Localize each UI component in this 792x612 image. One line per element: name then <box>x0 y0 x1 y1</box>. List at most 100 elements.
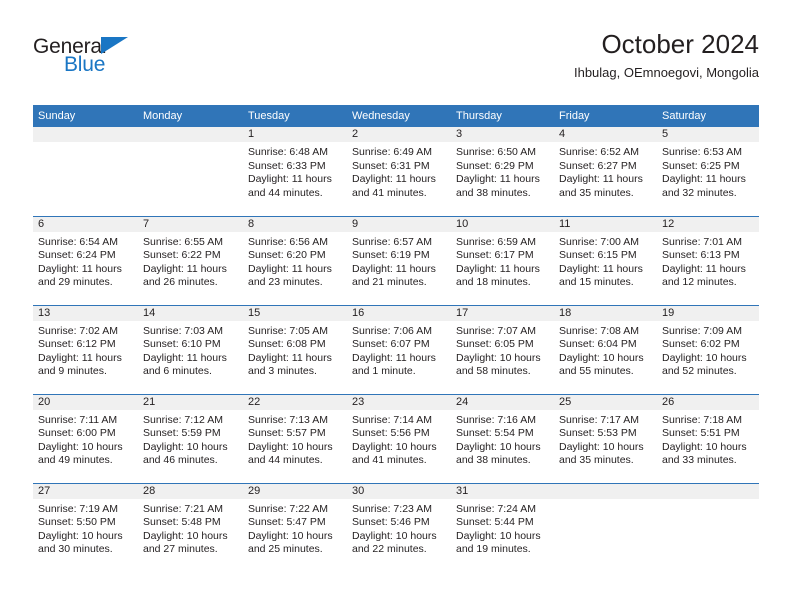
day-details: Sunrise: 7:02 AM Sunset: 6:12 PM Daylight:… <box>33 321 138 379</box>
calendar-day-cell[interactable]: 11 Sunrise: 7:00 AM Sunset: 6:15 PM Dayligh… <box>554 215 657 305</box>
brand-triangle-icon <box>101 37 128 54</box>
day-details: Sunrise: 6:54 AM Sunset: 6:24 PM Daylight:… <box>33 232 138 290</box>
sunset-text: Sunset: 6:31 PM <box>352 159 430 172</box>
daylight-text: Daylight: 10 hours and 38 minutes. <box>456 440 541 467</box>
calendar-day-cell[interactable]: 5 Sunrise: 6:53 AM Sunset: 6:25 PM Daylight… <box>657 127 759 216</box>
calendar-day-cell[interactable]: 25 Sunrise: 7:17 AM Sunset: 5:53 PM Dayligh… <box>554 393 657 483</box>
calendar-day-cell[interactable]: 3 Sunrise: 6:50 AM Sunset: 6:29 PM Daylight… <box>451 127 554 216</box>
day-number: 20 <box>33 394 138 410</box>
day-number: 3 <box>451 127 554 142</box>
sunrise-text: Sunrise: 7:07 AM <box>456 324 536 337</box>
sunrise-text: Sunrise: 7:23 AM <box>352 502 432 515</box>
calendar-empty-cell <box>138 127 243 216</box>
calendar-day-cell[interactable]: 29 Sunrise: 7:22 AM Sunset: 5:47 PM Dayligh… <box>243 482 347 572</box>
calendar-day-cell[interactable]: 16 Sunrise: 7:06 AM Sunset: 6:07 PM Dayligh… <box>347 304 451 394</box>
calendar-day-cell[interactable]: 21 Sunrise: 7:12 AM Sunset: 5:59 PM Dayligh… <box>138 393 243 483</box>
calendar-day-cell[interactable]: 26 Sunrise: 7:18 AM Sunset: 5:51 PM Dayligh… <box>657 393 759 483</box>
sunrise-text: Sunrise: 6:56 AM <box>248 235 328 248</box>
calendar-day-cell[interactable]: 1 Sunrise: 6:48 AM Sunset: 6:33 PM Daylight… <box>243 127 347 216</box>
sunset-text: Sunset: 5:59 PM <box>143 427 221 440</box>
day-number: 14 <box>138 305 243 321</box>
day-number: 24 <box>451 394 554 410</box>
calendar-day-cell[interactable]: 31 Sunrise: 7:24 AM Sunset: 5:44 PM Dayligh… <box>451 482 554 572</box>
day-details: Sunrise: 7:00 AM Sunset: 6:15 PM Daylight:… <box>554 232 657 290</box>
daylight-text: Daylight: 11 hours and 9 minutes. <box>38 351 122 378</box>
daylight-text: Daylight: 11 hours and 12 minutes. <box>662 262 746 289</box>
sunset-text: Sunset: 5:47 PM <box>248 516 326 529</box>
calendar-day-cell[interactable]: 17 Sunrise: 7:07 AM Sunset: 6:05 PM Dayligh… <box>451 304 554 394</box>
day-details: Sunrise: 7:19 AM Sunset: 5:50 PM Daylight:… <box>33 499 138 557</box>
day-number <box>138 127 243 142</box>
day-number: 4 <box>554 127 657 142</box>
calendar-day-cell[interactable]: 2 Sunrise: 6:49 AM Sunset: 6:31 PM Daylight… <box>347 127 451 216</box>
calendar-week-row: 20 Sunrise: 7:11 AM Sunset: 6:00 PM Dayligh… <box>33 393 759 483</box>
sunset-text: Sunset: 6:33 PM <box>248 159 326 172</box>
day-number: 13 <box>33 305 138 321</box>
sunrise-text: Sunrise: 7:01 AM <box>662 235 742 248</box>
day-number <box>33 127 138 142</box>
calendar-day-cell[interactable]: 30 Sunrise: 7:23 AM Sunset: 5:46 PM Dayligh… <box>347 482 451 572</box>
day-number: 21 <box>138 394 243 410</box>
sunrise-text: Sunrise: 7:05 AM <box>248 324 328 337</box>
sunrise-text: Sunrise: 7:18 AM <box>662 413 742 426</box>
sunrise-text: Sunrise: 6:48 AM <box>248 146 328 158</box>
calendar-day-cell[interactable]: 7 Sunrise: 6:55 AM Sunset: 6:22 PM Daylight… <box>138 215 243 305</box>
calendar-day-cell[interactable]: 12 Sunrise: 7:01 AM Sunset: 6:13 PM Dayligh… <box>657 215 759 305</box>
sunrise-text: Sunrise: 7:24 AM <box>456 502 536 515</box>
page-subtitle: Ihbulag, OEmnoegovi, Mongolia <box>573 65 759 80</box>
calendar-day-cell[interactable]: 14 Sunrise: 7:03 AM Sunset: 6:10 PM Dayligh… <box>138 304 243 394</box>
day-details: Sunrise: 7:18 AM Sunset: 5:51 PM Daylight:… <box>657 410 759 468</box>
daylight-text: Daylight: 10 hours and 22 minutes. <box>352 529 437 556</box>
calendar-day-cell[interactable]: 24 Sunrise: 7:16 AM Sunset: 5:54 PM Dayligh… <box>451 393 554 483</box>
calendar-day-cell[interactable]: 15 Sunrise: 7:05 AM Sunset: 6:08 PM Dayligh… <box>243 304 347 394</box>
sunset-text: Sunset: 5:46 PM <box>352 516 430 529</box>
sunrise-text: Sunrise: 6:52 AM <box>559 146 639 158</box>
daylight-text: Daylight: 11 hours and 32 minutes. <box>662 173 746 199</box>
sunset-text: Sunset: 6:08 PM <box>248 338 326 351</box>
weekday-header-saturday: Saturday <box>657 105 759 127</box>
day-number: 31 <box>451 483 554 499</box>
calendar-day-cell[interactable]: 4 Sunrise: 6:52 AM Sunset: 6:27 PM Daylight… <box>554 127 657 216</box>
day-number <box>554 483 657 499</box>
day-details: Sunrise: 7:09 AM Sunset: 6:02 PM Daylight:… <box>657 321 759 379</box>
sunrise-text: Sunrise: 7:22 AM <box>248 502 328 515</box>
sunset-text: Sunset: 6:25 PM <box>662 159 740 172</box>
sunset-text: Sunset: 6:10 PM <box>143 338 221 351</box>
weekday-header-tuesday: Tuesday <box>243 105 347 127</box>
calendar-day-cell[interactable]: 8 Sunrise: 6:56 AM Sunset: 6:20 PM Daylight… <box>243 215 347 305</box>
day-number: 6 <box>33 216 138 232</box>
calendar-day-cell[interactable]: 6 Sunrise: 6:54 AM Sunset: 6:24 PM Daylight… <box>33 215 138 305</box>
sunset-text: Sunset: 6:27 PM <box>559 159 637 172</box>
sunrise-text: Sunrise: 6:54 AM <box>38 235 118 248</box>
generalblue-logo[interactable]: General Blue <box>33 36 203 84</box>
calendar-day-cell[interactable]: 19 Sunrise: 7:09 AM Sunset: 6:02 PM Dayligh… <box>657 304 759 394</box>
calendar-header-row: Sunday Monday Tuesday Wednesday Thursday… <box>33 105 759 127</box>
day-number: 11 <box>554 216 657 232</box>
calendar-day-cell[interactable]: 20 Sunrise: 7:11 AM Sunset: 6:00 PM Dayligh… <box>33 393 138 483</box>
daylight-text: Daylight: 10 hours and 33 minutes. <box>662 440 747 467</box>
calendar-day-cell[interactable]: 18 Sunrise: 7:08 AM Sunset: 6:04 PM Dayligh… <box>554 304 657 394</box>
day-details: Sunrise: 7:22 AM Sunset: 5:47 PM Daylight:… <box>243 499 347 557</box>
calendar-day-cell[interactable]: 28 Sunrise: 7:21 AM Sunset: 5:48 PM Dayligh… <box>138 482 243 572</box>
day-details: Sunrise: 6:50 AM Sunset: 6:29 PM Daylight:… <box>451 142 554 200</box>
daylight-text: Daylight: 10 hours and 19 minutes. <box>456 529 541 556</box>
daylight-text: Daylight: 11 hours and 18 minutes. <box>456 262 540 289</box>
sunset-text: Sunset: 6:17 PM <box>456 249 534 262</box>
sunset-text: Sunset: 6:02 PM <box>662 338 740 351</box>
sunrise-text: Sunrise: 7:12 AM <box>143 413 223 426</box>
sunrise-text: Sunrise: 7:11 AM <box>38 413 118 426</box>
sunset-text: Sunset: 6:19 PM <box>352 249 430 262</box>
title-block: October 2024 Ihbulag, OEmnoegovi, Mongol… <box>574 28 759 81</box>
calendar-day-cell[interactable]: 22 Sunrise: 7:13 AM Sunset: 5:57 PM Dayligh… <box>243 393 347 483</box>
sunrise-text: Sunrise: 6:57 AM <box>352 235 432 248</box>
calendar-day-cell[interactable]: 23 Sunrise: 7:14 AM Sunset: 5:56 PM Dayligh… <box>347 393 451 483</box>
day-details: Sunrise: 6:53 AM Sunset: 6:25 PM Daylight:… <box>657 142 759 200</box>
sunrise-text: Sunrise: 7:19 AM <box>38 502 118 515</box>
calendar-day-cell[interactable]: 13 Sunrise: 7:02 AM Sunset: 6:12 PM Dayligh… <box>33 304 138 394</box>
calendar-day-cell[interactable]: 27 Sunrise: 7:19 AM Sunset: 5:50 PM Dayligh… <box>33 482 138 572</box>
calendar-day-cell[interactable]: 9 Sunrise: 6:57 AM Sunset: 6:19 PM Daylight… <box>347 215 451 305</box>
sunrise-text: Sunrise: 6:53 AM <box>662 146 742 158</box>
day-number: 22 <box>243 394 347 410</box>
logo-text-blue: Blue <box>64 53 106 76</box>
calendar-day-cell[interactable]: 10 Sunrise: 6:59 AM Sunset: 6:17 PM Dayligh… <box>451 215 554 305</box>
